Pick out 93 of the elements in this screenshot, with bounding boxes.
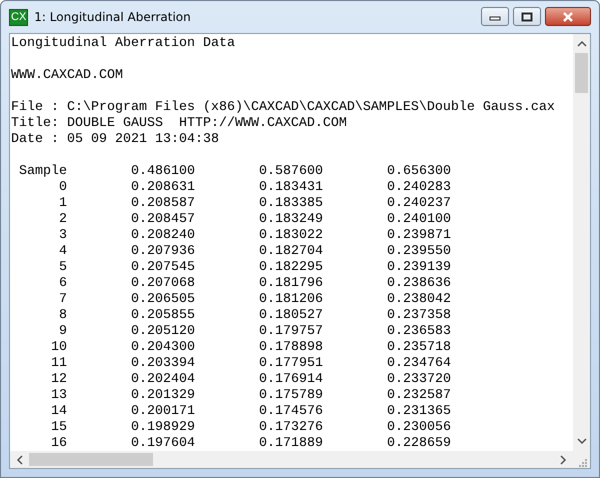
- table-cell-text: 0: [58, 180, 67, 196]
- table-cell-text: 0.239139: [386, 260, 451, 276]
- table-cell-text: 0.183431: [258, 180, 323, 196]
- table-cell-text: 0.235718: [386, 340, 451, 356]
- horizontal-scrollbar[interactable]: [10, 451, 573, 468]
- table-cell-text: 0.206505: [130, 292, 195, 308]
- table-cell-text: 14: [50, 404, 67, 420]
- table-cell-text: 11: [50, 356, 67, 372]
- table-cell-text: 10: [50, 340, 67, 356]
- report-heading: Longitudinal Aberration Data: [11, 36, 235, 52]
- table-cell-text: 0.183022: [258, 228, 323, 244]
- column-header: 0.486100: [130, 164, 195, 180]
- table-cell-text: 15: [50, 420, 67, 436]
- table-cell-text: 0.183249: [258, 212, 323, 228]
- table-cell-text: 2: [58, 212, 67, 228]
- table-cell-text: 0.207545: [130, 260, 195, 276]
- table-cell-text: 0.237358: [386, 308, 451, 324]
- table-cell-text: 0.240237: [386, 196, 451, 212]
- scroll-down-icon: [576, 438, 586, 445]
- table-cell-text: 0.231365: [386, 404, 451, 420]
- table-cell-text: 0.177951: [258, 356, 323, 372]
- column-header: 0.656300: [386, 164, 451, 180]
- scroll-up-icon: [576, 40, 586, 47]
- table-cell-text: 0.238636: [386, 276, 451, 292]
- table-cell-text: 0.203394: [130, 356, 195, 372]
- table-cell-text: 0.236583: [386, 324, 451, 340]
- table-cell-text: 0.178898: [258, 340, 323, 356]
- maximize-button[interactable]: [513, 7, 541, 26]
- table-cell-text: 0.182295: [258, 260, 323, 276]
- column-header: 0.587600: [258, 164, 323, 180]
- table-cell-text: 6: [58, 276, 67, 292]
- table-cell-text: 0.228659: [386, 436, 451, 451]
- table-cell-text: 0.205120: [130, 324, 195, 340]
- table-cell-text: 0.202404: [130, 372, 195, 388]
- table-cell-text: 0.200171: [130, 404, 195, 420]
- info-line: Title: DOUBLE GAUSS HTTP://WWW.CAXCAD.COM: [11, 116, 347, 132]
- table-cell-text: 5: [58, 260, 67, 276]
- table-cell-text: 0.239871: [386, 228, 451, 244]
- scroll-thumb[interactable]: [575, 53, 588, 93]
- table-cell-text: 0.176914: [258, 372, 323, 388]
- maximize-icon: [521, 12, 533, 22]
- scroll-thumb[interactable]: [29, 453, 153, 466]
- close-button[interactable]: [545, 7, 591, 26]
- window-title: 1: Longitudinal Aberration: [34, 10, 191, 24]
- table-cell-text: 0.239550: [386, 244, 451, 260]
- close-icon: [562, 12, 574, 22]
- table-cell-text: 0.230056: [386, 420, 451, 436]
- info-line: File : C:\Program Files (x86)\CAXCAD\CAXCAD\SAMPLES\Double Gauss.cax: [11, 100, 555, 116]
- table-cell-text: 0.208457: [130, 212, 195, 228]
- table-cell-text: 13: [50, 388, 67, 404]
- table-cell-text: 0.179757: [258, 324, 323, 340]
- table-cell-text: 0.201329: [130, 388, 195, 404]
- vertical-scrollbar[interactable]: [573, 34, 590, 451]
- table-cell-text: 0.232587: [386, 388, 451, 404]
- table-cell-text: 0.233720: [386, 372, 451, 388]
- table-cell-text: 0.205855: [130, 308, 195, 324]
- table-cell-text: 1: [58, 196, 67, 212]
- scroll-right-icon: [560, 454, 567, 464]
- table-cell-text: 0.208240: [130, 228, 195, 244]
- column-header: Sample: [18, 164, 67, 180]
- table-cell-text: 0.208587: [130, 196, 195, 212]
- minimize-button[interactable]: [481, 7, 509, 26]
- table-cell-text: 0.198929: [130, 420, 195, 436]
- table-cell-text: 0.171889: [258, 436, 323, 451]
- app-logo: CX: [9, 8, 28, 26]
- table-cell-text: 12: [50, 372, 67, 388]
- table-cell-text: 0.183385: [258, 196, 323, 212]
- table-cell-text: 0.240100: [386, 212, 451, 228]
- table-cell-text: 9: [58, 324, 67, 340]
- resize-grip-icon: [576, 457, 586, 467]
- table-cell-text: 0.174576: [258, 404, 323, 420]
- table-cell-text: 4: [58, 244, 67, 260]
- table-cell-text: 0.181206: [258, 292, 323, 308]
- table-cell-text: 0.207068: [130, 276, 195, 292]
- table-cell-text: 0.182704: [258, 244, 323, 260]
- table-cell-text: 0.238042: [386, 292, 451, 308]
- table-cell-text: 0.240283: [386, 180, 451, 196]
- table-cell-text: 0.173276: [258, 420, 323, 436]
- table-cell-text: 0.180527: [258, 308, 323, 324]
- table-cell-text: 0.175789: [258, 388, 323, 404]
- info-line: Date : 05 09 2021 13:04:38: [11, 132, 219, 148]
- table-cell-text: 8: [58, 308, 67, 324]
- table-cell-text: 7: [58, 292, 67, 308]
- table-cell-text: 0.197604: [130, 436, 195, 451]
- table-cell-text: 0.208631: [130, 180, 195, 196]
- website-text: WWW.CAXCAD.COM: [11, 68, 123, 84]
- scroll-left-icon: [16, 454, 23, 464]
- table-cell-text: 3: [58, 228, 67, 244]
- table-cell-text: 0.234764: [386, 356, 451, 372]
- table-cell-text: 0.204300: [130, 340, 195, 356]
- table-cell-text: 0.207936: [130, 244, 195, 260]
- table-cell-text: 0.181796: [258, 276, 323, 292]
- table-cell-text: 16: [50, 436, 67, 451]
